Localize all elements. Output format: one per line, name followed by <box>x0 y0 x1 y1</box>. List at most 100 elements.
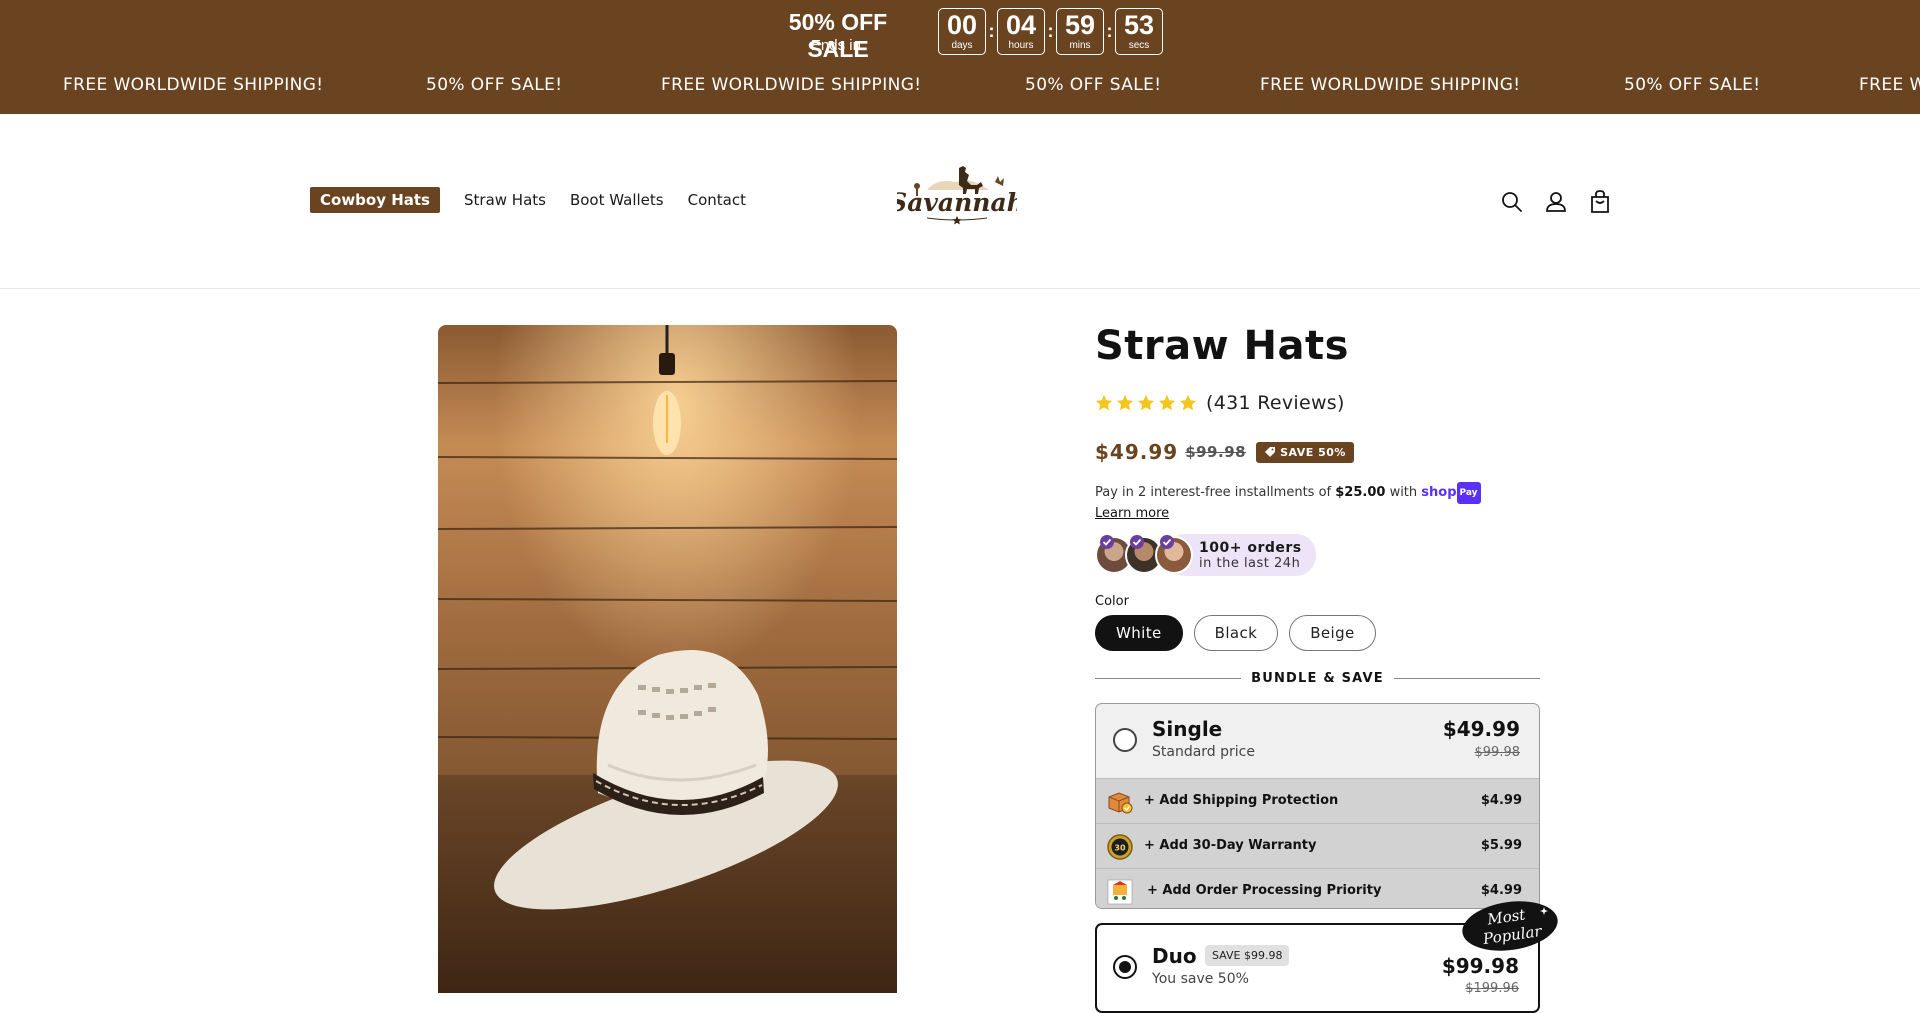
learn-more-link[interactable]: Learn more <box>1095 506 1169 521</box>
marquee-item: FREE W <box>1859 75 1920 95</box>
logo-text: Savannah <box>897 188 1017 217</box>
shop-pay-logo: shop <box>1421 485 1457 500</box>
star-icon <box>1179 394 1197 411</box>
price-block: $49.99 $99.98 SAVE 50% <box>1095 440 1354 464</box>
verified-icon <box>1130 535 1144 549</box>
star-icon <box>1137 394 1155 411</box>
product-title: Straw Hats <box>1095 323 1349 369</box>
svg-text:30: 30 <box>1114 844 1126 853</box>
most-popular-ribbon: Most Popular <box>1462 901 1558 951</box>
nav-straw-hats[interactable]: Straw Hats <box>464 191 546 209</box>
duo-radio[interactable] <box>1113 955 1137 979</box>
compare-price: $99.98 <box>1185 443 1247 461</box>
sale-title: 50% OFF SALE <box>788 9 888 62</box>
account-icon[interactable] <box>1542 188 1570 216</box>
duo-sub: You save 50% <box>1152 971 1249 987</box>
addon-label: + Add Order Processing Priority <box>1147 883 1382 898</box>
color-swatches: White Black Beige <box>1095 615 1387 651</box>
warranty-badge-icon: 30 <box>1107 834 1133 860</box>
timer-separator: : <box>988 21 995 41</box>
bundle-heading-text: BUNDLE & SAVE <box>1251 670 1384 686</box>
duo-save-badge: SAVE $99.98 <box>1205 945 1290 966</box>
addon-price: $4.99 <box>1480 793 1522 808</box>
single-radio[interactable] <box>1113 728 1137 752</box>
color-label: Color <box>1095 594 1129 609</box>
installments-with: with <box>1389 485 1418 500</box>
orders-sub: in the last 24h <box>1199 555 1301 571</box>
nav-cowboy-hats[interactable]: Cowboy Hats <box>310 187 440 213</box>
timer-hours-label: hours <box>1008 40 1034 51</box>
timer-separator: : <box>1047 21 1054 41</box>
timer-days-value: 00 <box>946 10 978 40</box>
bundle-option-single[interactable]: Single Standard price $49.99 $99.98 + Ad… <box>1095 703 1540 909</box>
marquee-item: 50% OFF SALE! <box>426 75 563 95</box>
avatar-group <box>1095 535 1193 574</box>
shop-pay-installments: Pay in 2 interest-free installments of $… <box>1095 482 1481 524</box>
duo-compare-price: $199.96 <box>1465 981 1519 996</box>
marquee-item: FREE WORLDWIDE SHIPPING! <box>661 75 922 95</box>
recent-orders: 100+ orders in the last 24h <box>1095 534 1316 576</box>
reviews-count[interactable]: (431 Reviews) <box>1206 392 1345 414</box>
color-option-white[interactable]: White <box>1095 615 1183 651</box>
nav-boot-wallets[interactable]: Boot Wallets <box>570 191 664 209</box>
addon-warranty[interactable]: 30 + Add 30-Day Warranty $5.99 <box>1096 823 1539 868</box>
duo-name: Duo <box>1152 944 1197 968</box>
announcement-bar: 50% OFF SALE Ends in: 00 days : 04 hours… <box>0 0 1920 114</box>
divider <box>1095 677 1242 679</box>
marquee-item: 50% OFF SALE! <box>1624 75 1761 95</box>
timer-mins-value: 59 <box>1064 10 1096 40</box>
nav-contact[interactable]: Contact <box>688 191 746 209</box>
marquee-item: FREE WORLDWIDE SHIPPING! <box>63 75 324 95</box>
single-compare-price: $99.98 <box>1474 745 1521 760</box>
timer-separator: : <box>1106 21 1113 41</box>
tag-icon <box>1265 447 1276 457</box>
avatar <box>1155 535 1193 574</box>
verified-icon <box>1100 535 1114 549</box>
save-badge-text: SAVE 50% <box>1280 445 1346 459</box>
timer-hours-value: 04 <box>1005 10 1037 40</box>
ends-in-label: Ends in: <box>810 37 866 54</box>
duo-price: $99.98 <box>1441 954 1519 978</box>
orders-title: 100+ orders <box>1199 539 1302 556</box>
main-nav: Cowboy Hats Straw Hats Boot Wallets Cont… <box>310 187 770 213</box>
divider <box>1393 677 1540 679</box>
timer-days-label: days <box>951 40 973 51</box>
installments-amount: $25.00 <box>1335 485 1386 500</box>
site-logo[interactable]: Savannah <box>897 160 1017 230</box>
timer-hours: 04 hours <box>997 8 1045 55</box>
color-option-black[interactable]: Black <box>1193 615 1279 651</box>
marquee: FREE WORLDWIDE SHIPPING! 50% OFF SALE! F… <box>0 75 1920 103</box>
timer-secs-label: secs <box>1128 40 1150 51</box>
installments-text: Pay in 2 interest-free installments of <box>1095 485 1332 500</box>
timer-mins-label: mins <box>1069 40 1091 51</box>
star-icon <box>1116 394 1134 411</box>
search-icon[interactable] <box>1498 188 1526 216</box>
shop-pay-badge: Pay <box>1456 482 1481 504</box>
star-icon <box>1095 394 1113 411</box>
addon-label: + Add Shipping Protection <box>1144 793 1339 808</box>
single-sub: Standard price <box>1152 744 1255 760</box>
timer-days: 00 days <box>938 8 986 55</box>
color-option-beige[interactable]: Beige <box>1289 615 1376 651</box>
header-icons <box>1498 188 1630 216</box>
addon-label: + Add 30-Day Warranty <box>1144 838 1317 853</box>
addon-price: $4.99 <box>1480 883 1522 898</box>
sale-price: $49.99 <box>1095 440 1179 464</box>
priority-processing-icon <box>1107 879 1133 905</box>
single-name: Single <box>1152 717 1223 741</box>
product-image[interactable] <box>438 325 897 993</box>
timer-secs-value: 53 <box>1123 10 1155 40</box>
save-badge: SAVE 50% <box>1256 441 1354 463</box>
addon-shipping-protection[interactable]: + Add Shipping Protection $4.99 <box>1096 778 1539 823</box>
site-header: Cowboy Hats Straw Hats Boot Wallets Cont… <box>0 114 1920 289</box>
addon-price: $5.99 <box>1480 838 1522 853</box>
verified-icon <box>1160 535 1174 549</box>
cart-icon[interactable] <box>1586 188 1614 216</box>
shipping-protection-icon <box>1108 792 1133 814</box>
product-rating[interactable]: (431 Reviews) <box>1095 392 1345 414</box>
marquee-item: 50% OFF SALE! <box>1025 75 1162 95</box>
timer-secs: 53 secs <box>1115 8 1163 55</box>
star-icon <box>1158 394 1176 411</box>
timer-mins: 59 mins <box>1056 8 1104 55</box>
countdown-timer: 00 days : 04 hours : 59 mins : 53 secs <box>938 8 1163 55</box>
